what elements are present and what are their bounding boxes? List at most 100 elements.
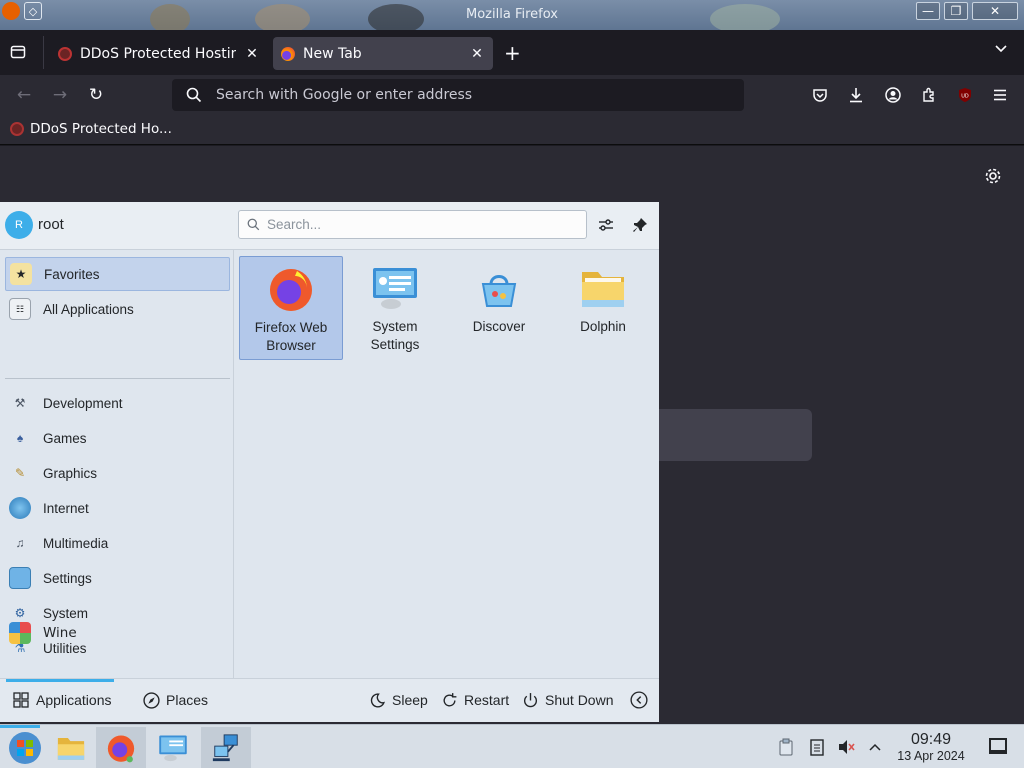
ublock-origin-button[interactable]: UD [954, 84, 976, 106]
url-input[interactable] [216, 87, 744, 103]
account-button[interactable] [882, 84, 904, 106]
favorite-label: Dolphin [580, 319, 626, 334]
places-tab-button[interactable]: Places [142, 691, 208, 709]
category-multimedia[interactable]: ♫ Multimedia [5, 526, 230, 560]
category-divider [5, 378, 230, 379]
games-icon: ♠ [16, 431, 24, 445]
minimize-button[interactable]: — [916, 2, 940, 20]
category-label: Settings [43, 570, 92, 586]
category-all-applications[interactable]: ☷ All Applications [5, 292, 230, 326]
tab-title: DDoS Protected Hosting [80, 45, 236, 62]
favorite-dolphin[interactable]: Dolphin [551, 256, 655, 360]
category-label: Games [43, 430, 87, 446]
category-games[interactable]: ♠ Games [5, 421, 230, 455]
tab-close-button[interactable]: ✕ [469, 46, 485, 62]
list-all-tabs-button[interactable] [994, 42, 1008, 60]
close-window-button[interactable]: ✕ [972, 2, 1018, 20]
new-tab-button[interactable]: + [504, 43, 521, 63]
restart-icon [440, 691, 458, 709]
network-icon [212, 734, 238, 762]
account-icon [885, 87, 901, 103]
start-menu-button[interactable] [0, 727, 50, 768]
bookmark-ddos-protected[interactable]: DDoS Protected Ho... [10, 121, 172, 137]
volume-muted-icon [839, 740, 855, 754]
show-hidden-icons-button[interactable] [866, 738, 884, 756]
favorite-label: System [372, 319, 418, 334]
category-internet[interactable]: Internet [5, 491, 230, 525]
taskbar-dolphin[interactable] [46, 727, 96, 768]
dolphin-icon [582, 272, 624, 307]
firefox-view-button[interactable] [8, 42, 28, 62]
forward-button[interactable]: → [49, 84, 71, 106]
show-desktop-button[interactable] [989, 738, 1007, 754]
wine-icon [9, 622, 31, 644]
extensions-button[interactable] [918, 84, 940, 106]
compass-icon [142, 691, 160, 709]
category-settings[interactable]: Settings [5, 561, 230, 595]
window-titlebar: ◇ Mozilla Firefox — ❐ ✕ [0, 0, 1024, 30]
pin-launcher-button[interactable] [629, 214, 651, 236]
category-graphics[interactable]: ✎ Graphics [5, 456, 230, 490]
launcher-search-field[interactable] [238, 210, 587, 239]
tab-bar: DDoS Protected Hosting ✕ New Tab ✕ + [0, 30, 1024, 75]
maximize-button[interactable]: ❐ [944, 2, 968, 20]
reload-button[interactable]: ↻ [85, 84, 107, 106]
tab-separator [43, 36, 44, 69]
active-tab-indicator [6, 679, 114, 682]
download-icon [850, 88, 862, 103]
notes-tray-button[interactable] [808, 738, 826, 756]
sleep-moon-icon [368, 691, 386, 709]
back-button[interactable]: ← [13, 84, 35, 106]
favorite-label: Discover [472, 319, 526, 334]
category-wine[interactable]: Wine [5, 616, 230, 650]
volume-tray-button[interactable] [837, 738, 855, 756]
category-favorites[interactable]: ★ Favorites [5, 257, 230, 291]
taskbar-network-app[interactable] [201, 727, 251, 768]
dolphin-icon [57, 738, 85, 760]
tab-title: New Tab [303, 45, 362, 62]
tab-ddos-protected-hosting[interactable]: DDoS Protected Hosting ✕ [50, 37, 268, 70]
taskbar-system-settings[interactable] [148, 727, 198, 768]
category-label: Favorites [44, 266, 100, 282]
more-session-options-button[interactable] [630, 691, 648, 709]
favorite-firefox[interactable]: Firefox Web Browser [239, 256, 343, 360]
notes-icon [810, 739, 824, 756]
settings-icon [9, 567, 31, 589]
chevron-up-icon [869, 743, 881, 751]
category-label: Development [43, 395, 123, 411]
digital-clock[interactable]: 09:49 13 Apr 2024 [890, 731, 972, 763]
restart-label: Restart [464, 692, 510, 708]
favorite-system-settings[interactable]: System Settings [343, 256, 447, 360]
app-menu-button[interactable] [989, 84, 1011, 106]
customize-new-tab-button[interactable] [983, 166, 1003, 186]
firefox-favicon-icon [281, 46, 295, 61]
category-label: Internet [43, 500, 89, 516]
clock-date: 13 Apr 2024 [897, 749, 965, 763]
tab-new-tab[interactable]: New Tab ✕ [273, 37, 493, 70]
launcher-category-sidebar: ★ Favorites ☷ All Applications ⚒ Develop… [0, 250, 234, 678]
restart-button[interactable]: Restart [440, 691, 509, 709]
clipboard-tray-button[interactable] [777, 738, 795, 756]
favorites-grid: Firefox Web Browser System Settings Disc… [236, 250, 659, 678]
shutdown-button[interactable]: Shut Down [521, 691, 613, 709]
tab-close-button[interactable]: ✕ [244, 46, 260, 62]
launcher-search-input[interactable] [267, 217, 586, 232]
bookmark-label: DDoS Protected Ho... [30, 121, 172, 137]
downloads-button[interactable] [845, 84, 867, 106]
multimedia-icon: ♫ [15, 536, 25, 550]
firefox-icon [107, 735, 135, 763]
favorite-label-line2: Settings [370, 337, 420, 352]
configure-launcher-button[interactable] [595, 214, 617, 236]
url-bar[interactable] [172, 79, 744, 111]
sleep-button[interactable]: Sleep [368, 691, 428, 709]
development-icon: ⚒ [14, 396, 26, 410]
avatar[interactable]: R [5, 211, 33, 239]
taskbar-firefox[interactable] [96, 727, 146, 768]
favorite-discover[interactable]: Discover [447, 256, 551, 360]
applications-tab-button[interactable]: Applications [12, 691, 112, 709]
category-development[interactable]: ⚒ Development [5, 386, 230, 420]
window-title: Mozilla Firefox [466, 7, 558, 22]
graphics-icon: ✎ [14, 466, 26, 480]
firefox-icon [270, 269, 312, 311]
pocket-button[interactable] [809, 84, 831, 106]
